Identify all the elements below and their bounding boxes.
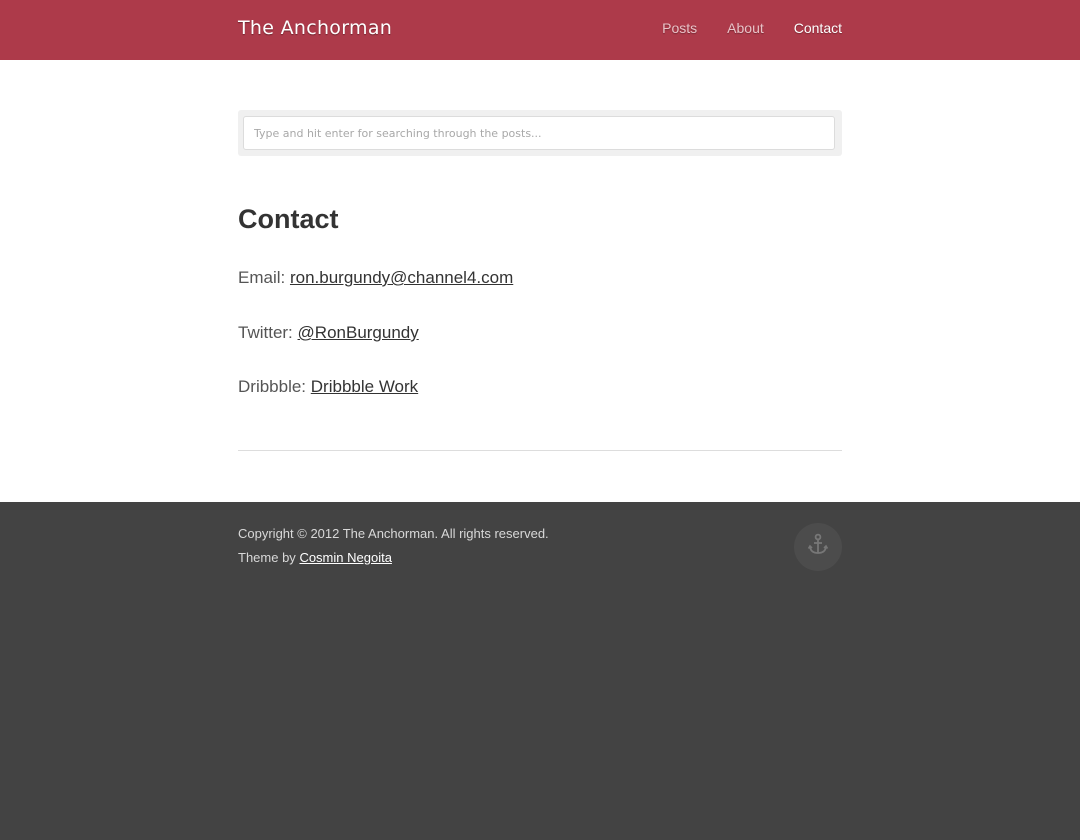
content-divider	[238, 450, 842, 451]
contact-twitter-label: Twitter:	[238, 323, 293, 342]
search-box	[238, 110, 842, 156]
email-link[interactable]: ron.burgundy@channel4.com	[290, 268, 513, 287]
page-title: Contact	[238, 204, 339, 234]
site-header: The Anchorman Posts About Contact	[0, 0, 1080, 60]
site-footer: Copyright © 2012 The Anchorman. All righ…	[0, 502, 1080, 840]
main-content: Contact Email: ron.burgundy@channel4.com…	[0, 60, 1080, 502]
contact-twitter: Twitter: @RonBurgundy	[238, 323, 419, 343]
contact-email: Email: ron.burgundy@channel4.com	[238, 268, 513, 288]
dribbble-link[interactable]: Dribbble Work	[311, 377, 418, 396]
main-nav: Posts About Contact	[632, 20, 842, 36]
theme-credit: Theme by Cosmin Negoita	[238, 550, 392, 565]
anchor-icon	[805, 532, 831, 563]
contact-dribbble-label: Dribbble:	[238, 377, 307, 396]
nav-about[interactable]: About	[727, 20, 764, 36]
contact-email-label: Email:	[238, 268, 286, 287]
copyright-text: Copyright © 2012 The Anchorman. All righ…	[238, 526, 549, 541]
search-input[interactable]	[243, 116, 835, 150]
theme-author-link[interactable]: Cosmin Negoita	[299, 550, 392, 565]
nav-posts[interactable]: Posts	[662, 20, 697, 36]
theme-credit-label: Theme by	[238, 550, 296, 565]
site-title[interactable]: The Anchorman	[238, 17, 392, 39]
back-to-top-button[interactable]	[794, 523, 842, 571]
twitter-link[interactable]: @RonBurgundy	[298, 323, 419, 342]
nav-contact[interactable]: Contact	[794, 20, 842, 36]
contact-dribbble: Dribbble: Dribbble Work	[238, 377, 418, 397]
